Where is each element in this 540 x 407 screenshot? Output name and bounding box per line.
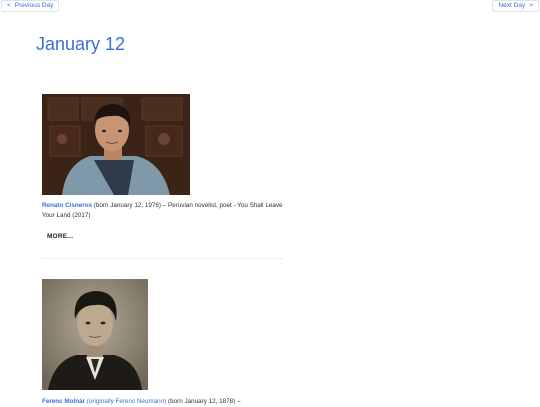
entry-name-link[interactable]: Renato Cisneros <box>42 202 92 209</box>
entry-ferenc-molnar: Ferenc Molnár (originally Ferenc Neumann… <box>42 397 292 407</box>
entry-name-link[interactable]: Ferenc Molnár <box>42 398 85 405</box>
entry-renato-cisneros: Renato Cisneros (born January 12, 1976) … <box>42 201 292 220</box>
renato-cisneros-photo[interactable] <box>42 94 190 195</box>
next-day-button[interactable]: Next Day > <box>492 0 539 12</box>
entry-alt-name-link[interactable]: (originally Ferenc Neumann) <box>85 398 166 405</box>
next-day-label: Next Day <box>498 1 526 9</box>
ferenc-molnar-photo[interactable] <box>42 279 148 390</box>
more-button[interactable]: MORE... <box>47 233 73 240</box>
page-title: January 12 <box>36 34 126 54</box>
chevron-left-icon: < <box>7 1 11 9</box>
previous-day-button[interactable]: < Previous Day <box>1 0 60 12</box>
divider <box>42 258 284 259</box>
entry-details: (born January 12, 1878) – <box>166 398 241 405</box>
previous-day-label: Previous Day <box>14 1 54 9</box>
chevron-right-icon: > <box>529 1 533 9</box>
